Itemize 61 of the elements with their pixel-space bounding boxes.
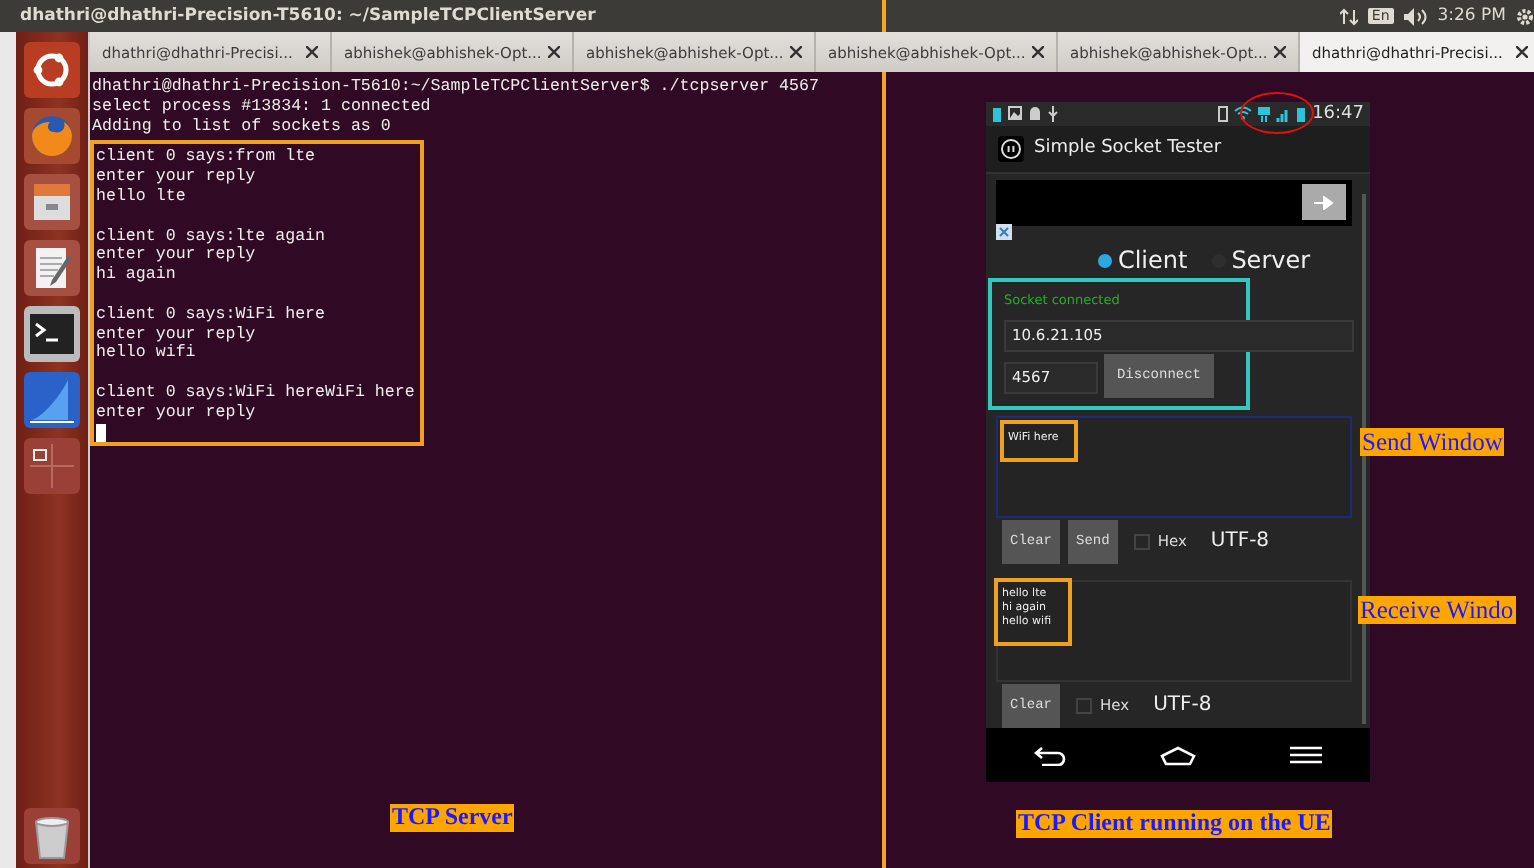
terminal-icon[interactable]: [24, 306, 80, 362]
app-title: Simple Socket Tester: [1034, 138, 1222, 159]
terminal-line: enter your reply: [96, 246, 256, 266]
close-icon[interactable]: [790, 46, 802, 59]
encoding-dropdown[interactable]: UTF-8: [1210, 532, 1270, 553]
annotation-label: Receive Windo: [1358, 596, 1516, 625]
forward-button[interactable]: [1302, 184, 1346, 221]
terminal-line: client 0 says:lte again: [96, 227, 326, 246]
caption-text: TCP Server: [390, 804, 515, 832]
home-icon[interactable]: [1159, 745, 1196, 766]
terminal-line: hello wifi: [96, 344, 196, 365]
battery-icon: [1296, 105, 1307, 122]
window-title: dhathri@dhathri-Precision-T5610: ~/SampleTCPClientServer: [20, 6, 596, 26]
terminal-line: dhathri@dhathri-Precision-T5610:~/SampleTCPClientServer$ ./tcpserver 4567: [92, 78, 819, 98]
close-icon[interactable]: [1274, 46, 1286, 59]
close-icon[interactable]: [306, 46, 318, 59]
back-icon[interactable]: [1033, 745, 1066, 766]
settings-icon[interactable]: [1516, 7, 1534, 25]
file-cabinet-icon[interactable]: [24, 174, 80, 230]
terminal-line: Adding to list of sockets as 0: [92, 117, 391, 137]
volume-icon[interactable]: [1403, 7, 1428, 25]
text-cursor: [96, 423, 106, 442]
image-icon: [1008, 106, 1022, 121]
terminal-line: enter your reply: [96, 168, 256, 188]
network-arrows-icon[interactable]: [1339, 7, 1358, 25]
trash-icon[interactable]: [24, 808, 80, 864]
terminal-line: enter your reply: [96, 325, 256, 344]
shark-fin-icon[interactable]: [24, 372, 80, 428]
terminal-line: client 0 says:from lte: [96, 148, 316, 168]
terminal-line: select process #13834: 1 connected: [92, 97, 431, 118]
terminal-line: client 0 says:WiFi hereWiFi here: [96, 383, 415, 404]
clock[interactable]: 3:26 PM: [1437, 6, 1506, 26]
menu-icon[interactable]: [1290, 746, 1323, 765]
phone-clock: 16:47: [1312, 103, 1364, 124]
close-icon[interactable]: [1516, 46, 1528, 59]
app-logo-icon: [998, 135, 1024, 162]
workspace-switcher-icon[interactable]: [24, 438, 80, 494]
caption-text: TCP Client running on the UE: [1016, 810, 1333, 838]
phone-icon: [1218, 105, 1229, 122]
wifi-icon: [1234, 106, 1253, 121]
radio-option[interactable]: Client: [1097, 244, 1188, 277]
close-icon[interactable]: [548, 46, 560, 59]
signal-icon: [1276, 105, 1291, 122]
hex-checkbox[interactable]: [1133, 534, 1150, 551]
network-type-icon: [1258, 105, 1271, 122]
hex-checkbox[interactable]: [1076, 698, 1093, 715]
terminal-line: enter your reply: [96, 403, 256, 424]
radio-option[interactable]: Server: [1211, 244, 1311, 277]
close-icon[interactable]: [1032, 46, 1044, 59]
terminal-line: hi again: [96, 266, 176, 286]
robot-icon: [1028, 106, 1042, 121]
battery-icon: [992, 105, 1002, 122]
encoding-dropdown[interactable]: UTF-8: [1153, 696, 1212, 717]
ubuntu-logo-icon[interactable]: [24, 42, 80, 98]
annotation-label: Send Window: [1360, 428, 1505, 457]
terminal-line: hello lte: [96, 187, 186, 208]
text-editor-icon[interactable]: [24, 240, 80, 296]
arrow-right-icon: [1314, 195, 1334, 210]
browser-icon[interactable]: [24, 108, 80, 164]
usb-icon: [1048, 105, 1058, 122]
terminal-line: client 0 says:WiFi here: [96, 305, 326, 326]
